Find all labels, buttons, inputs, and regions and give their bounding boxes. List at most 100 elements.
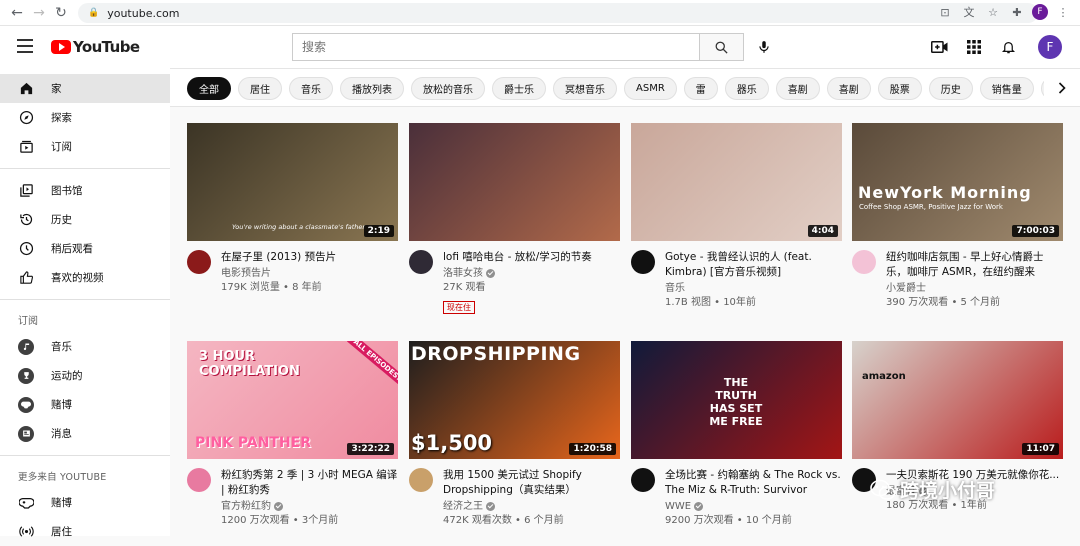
sidebar-item-label: 稍后观看 — [51, 243, 93, 255]
video-duration: 2:19 — [363, 225, 394, 237]
video-card[interactable]: THE TRUTH HAS SET ME FREE 全场比赛 - 约翰塞纳 & T… — [631, 341, 842, 528]
channel-name[interactable]: WWE — [665, 501, 691, 512]
hamburger-menu-icon[interactable] — [17, 39, 33, 53]
video-duration: 7:00:03 — [1012, 225, 1059, 237]
sidebar-item-explore[interactable]: 探索 — [0, 103, 170, 132]
filter-chip[interactable]: 音乐 — [289, 77, 333, 100]
install-icon[interactable]: ⊡ — [936, 3, 954, 21]
video-stats: 1200 万次观看 • 3个月前 — [221, 515, 339, 526]
channel-avatar[interactable] — [187, 250, 211, 274]
channel-avatar[interactable] — [852, 250, 876, 274]
sidebar-item-liked-videos[interactable]: 喜欢的视频 — [0, 263, 170, 292]
channel-avatar[interactable] — [631, 468, 655, 492]
menu-dots-icon[interactable]: ⋮ — [1054, 3, 1072, 21]
video-card[interactable]: You're writing about a classmate's fathe… — [187, 123, 398, 295]
video-thumbnail[interactable]: 3 HOUR COMPILATION PINK PANTHER ALL EPISOD… — [187, 341, 398, 459]
back-arrow-icon[interactable]: ← — [6, 2, 28, 24]
filter-chip[interactable]: 销售量 — [979, 77, 1034, 100]
filter-chip[interactable]: 股票 — [877, 77, 922, 100]
sidebar-item-library[interactable]: 图书馆 — [0, 176, 170, 205]
video-card[interactable]: DROPSHIPPING $1,500 1:20:58 我用 1500 美元试过 Sh… — [409, 341, 620, 528]
sidebar-item-news[interactable]: 消息 — [0, 419, 170, 448]
create-video-button[interactable] — [930, 33, 950, 61]
apps-button[interactable] — [964, 33, 984, 61]
browser-profile-avatar[interactable]: F — [1032, 4, 1048, 20]
channel-name[interactable]: 音乐 — [665, 283, 685, 294]
channel-avatar[interactable] — [409, 468, 433, 492]
search-input[interactable] — [292, 33, 699, 61]
filter-chip[interactable]: 历史 — [928, 77, 973, 100]
video-title[interactable]: Gotye - 我曾经认识的人 (feat. Kimbra) [官方音乐视频] — [665, 250, 842, 280]
sidebar-item-gaming-more[interactable]: 赌博 — [0, 488, 170, 517]
thumbnail-caption: NewYork Morning — [858, 183, 1032, 202]
video-title[interactable]: 在屋子里 (2013) 预告片 — [221, 250, 398, 265]
channel-name[interactable]: 官方粉红豹 — [221, 501, 271, 512]
video-thumbnail[interactable]: NewYork Morning Coffee Shop ASMR, Positiv… — [852, 123, 1063, 241]
video-card[interactable]: 4:04 Gotye - 我曾经认识的人 (feat. Kimbra) [官方音乐… — [631, 123, 842, 310]
channel-name[interactable]: 经济之王 — [443, 501, 483, 512]
sidebar-item-label: 图书馆 — [51, 185, 83, 197]
filter-chip[interactable]: 冥想音乐 — [553, 77, 617, 100]
video-title[interactable]: 纽约咖啡店氛围 - 早上好心情爵士乐，咖啡厅 ASMR，在纽约醒来 — [886, 250, 1063, 280]
sidebar-item-gaming[interactable]: 赌博 — [0, 390, 170, 419]
filter-chip[interactable]: 放松的音乐 — [411, 77, 485, 100]
sidebar-item-sports[interactable]: 运动的 — [0, 361, 170, 390]
video-duration: 1:20:58 — [569, 443, 616, 455]
video-thumbnail[interactable] — [409, 123, 620, 241]
channel-avatar[interactable] — [631, 250, 655, 274]
video-card[interactable]: lofi 嘻哈电台 - 放松/学习的节奏 洛菲女孩 27K 观看 现在住 — [409, 123, 620, 314]
filter-chip[interactable]: ASMR — [624, 77, 677, 100]
account-avatar[interactable]: F — [1038, 35, 1062, 59]
voice-search-button[interactable] — [750, 33, 778, 61]
video-thumbnail[interactable]: You're writing about a classmate's fathe… — [187, 123, 398, 241]
video-stats: 1.7B 视图 • 10年前 — [665, 297, 756, 308]
channel-avatar[interactable] — [409, 250, 433, 274]
video-title[interactable]: 粉红豹秀第 2 季 | 3 小时 MEGA 编译 | 粉红豹秀 — [221, 468, 398, 498]
sidebar-item-live[interactable]: 居住 — [0, 517, 170, 546]
video-thumbnail[interactable]: 4:04 — [631, 123, 842, 241]
video-title[interactable]: lofi 嘻哈电台 - 放松/学习的节奏 — [443, 250, 620, 265]
youtube-logo[interactable]: YouTube — [51, 38, 140, 56]
filter-chip[interactable]: 居住 — [238, 77, 282, 100]
channel-name[interactable]: 电影预告片 — [221, 268, 271, 279]
sidebar-item-music[interactable]: 音乐 — [0, 332, 170, 361]
forward-arrow-icon[interactable]: → — [28, 2, 50, 24]
filter-chip[interactable]: 播放列表 — [340, 77, 404, 100]
filter-chips: 全部 居住 音乐 播放列表 放松的音乐 爵士乐 冥想音乐 ASMR 雷器乐 喜剧 喜剧 股票 历史 销售量… — [187, 77, 1080, 100]
channel-name[interactable]: 洛菲女孩 — [443, 268, 483, 279]
sidebar-item-label: 运动的 — [51, 370, 83, 382]
video-thumbnail[interactable]: DROPSHIPPING $1,500 1:20:58 — [409, 341, 620, 459]
extensions-icon[interactable]: ✚ — [1008, 3, 1026, 21]
sidebar-item-history[interactable]: 历史 — [0, 205, 170, 234]
video-title[interactable]: 全场比赛 - 约翰塞纳 & The Rock vs. The Miz & R-T… — [665, 468, 842, 498]
video-card[interactable]: NewYork Morning Coffee Shop ASMR, Positiv… — [852, 123, 1063, 310]
sidebar-item-label: 赌博 — [51, 399, 72, 411]
chips-next-button[interactable] — [1044, 69, 1080, 106]
filter-chip[interactable]: 喜剧 — [826, 77, 871, 100]
thumbnail-subcaption: $1,500 — [411, 431, 493, 455]
filter-chip[interactable]: 雷 — [683, 77, 718, 100]
channel-name[interactable]: 小爱爵士 — [886, 283, 926, 294]
channel-name-row: 电影预告片 — [221, 267, 398, 281]
address-bar[interactable]: 🔒 youtube.com — [78, 3, 1038, 23]
video-title[interactable]: 我用 1500 美元试过 Shopify Dropshipping（真实结果） — [443, 468, 620, 498]
notifications-button[interactable] — [998, 33, 1018, 61]
search-button[interactable] — [699, 33, 744, 61]
translate-icon[interactable]: 文 — [960, 3, 978, 21]
sidebar-item-home[interactable]: 家 — [0, 74, 170, 103]
filter-chip[interactable]: 爵士乐 — [492, 77, 546, 100]
video-camera-plus-icon — [931, 41, 948, 53]
video-card[interactable]: 3 HOUR COMPILATION PINK PANTHER ALL EPISOD… — [187, 341, 398, 528]
sidebar-item-subscriptions[interactable]: 订阅 — [0, 132, 170, 161]
filter-chip[interactable]: 全部 — [187, 77, 231, 100]
star-icon[interactable]: ☆ — [984, 3, 1002, 21]
filter-chip[interactable]: 喜剧 — [775, 77, 820, 100]
filter-chip[interactable]: 器乐 — [724, 77, 769, 100]
channel-avatar[interactable] — [187, 468, 211, 492]
watermark: 跨境小付哥 — [870, 476, 995, 503]
video-thumbnail[interactable]: THE TRUTH HAS SET ME FREE — [631, 341, 842, 459]
reload-icon[interactable]: ↻ — [50, 2, 72, 24]
sidebar-item-watch-later[interactable]: 稍后观看 — [0, 234, 170, 263]
channel-name-row: 洛菲女孩 — [443, 267, 620, 281]
video-thumbnail[interactable]: amazon 11:07 — [852, 341, 1063, 459]
